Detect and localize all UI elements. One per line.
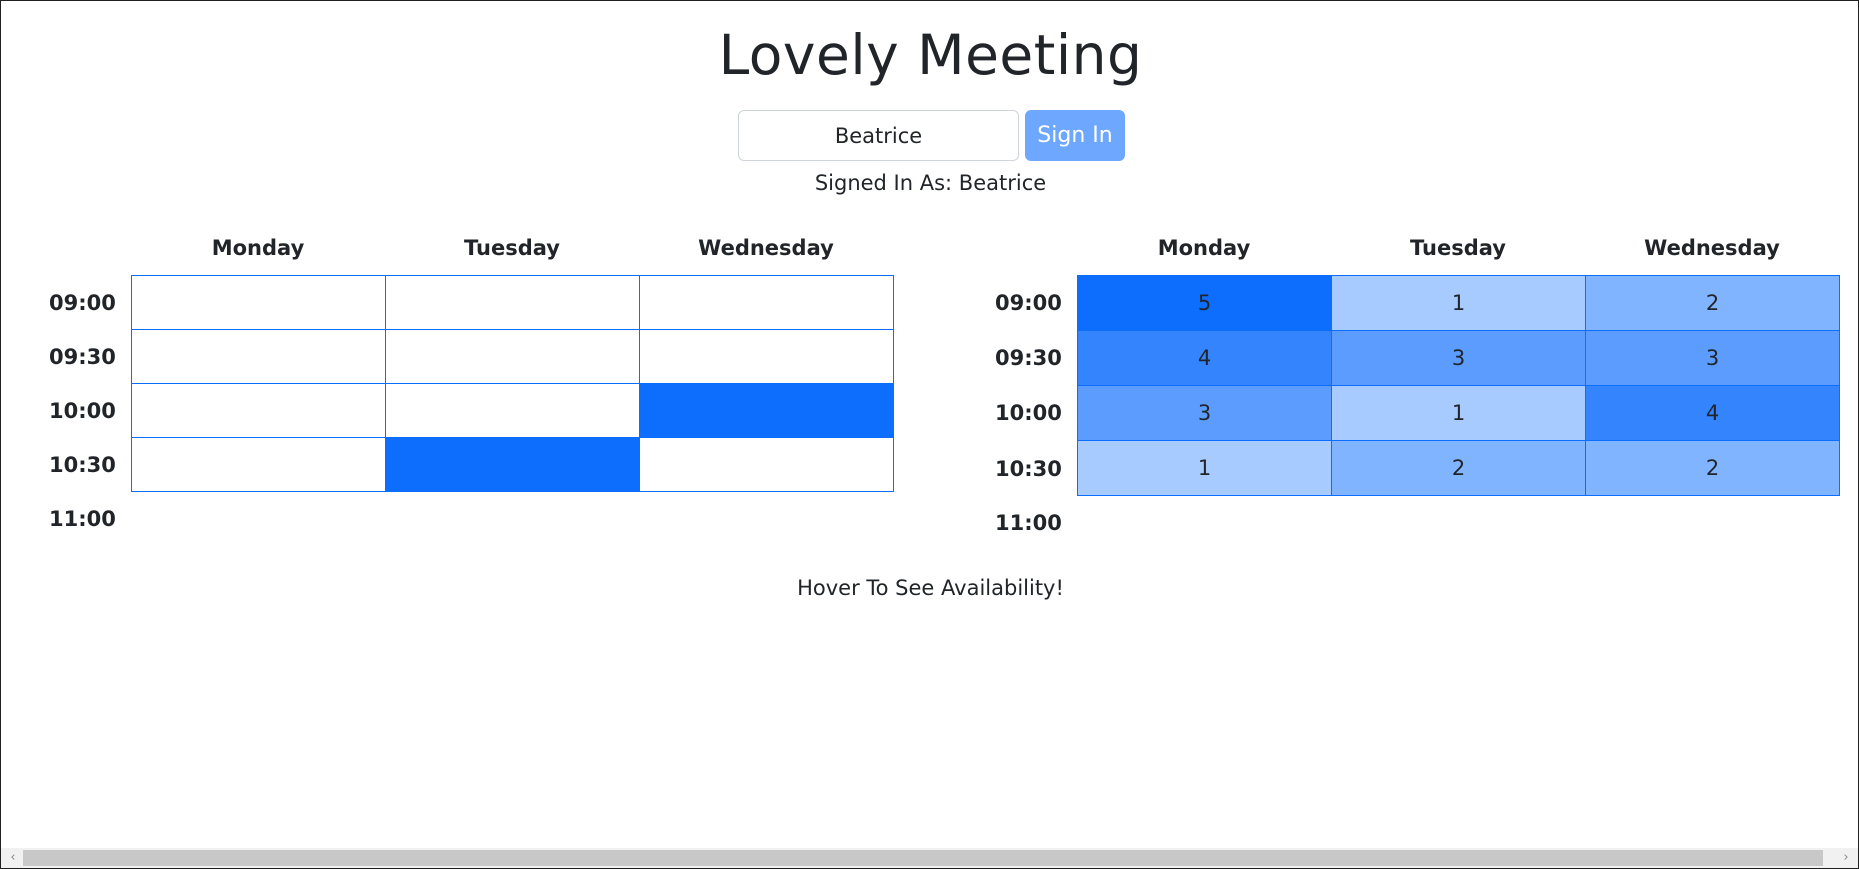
group-slot-wednesday-0930[interactable]: 3 bbox=[1585, 330, 1840, 386]
hover-hint: Hover To See Availability! bbox=[797, 576, 1064, 600]
day-header-monday: Monday bbox=[211, 236, 305, 260]
group-slot-tuesday-1000[interactable]: 1 bbox=[1331, 385, 1586, 441]
my-slot-monday-1000[interactable] bbox=[131, 383, 386, 438]
group-slot-monday-0930[interactable]: 4 bbox=[1077, 330, 1332, 386]
scrollbar-thumb[interactable] bbox=[23, 850, 1823, 866]
group-day-header-monday: Monday bbox=[1157, 236, 1251, 260]
my-slot-tuesday-1030[interactable] bbox=[385, 437, 640, 492]
day-header-wednesday: Wednesday bbox=[698, 236, 834, 260]
group-slot-monday-0900[interactable]: 5 bbox=[1077, 275, 1332, 331]
my-slot-wednesday-1030[interactable] bbox=[639, 437, 894, 492]
chevron-right-icon[interactable]: › bbox=[1836, 848, 1856, 868]
my-slot-tuesday-0930[interactable] bbox=[385, 329, 640, 384]
my-slot-monday-0930[interactable] bbox=[131, 329, 386, 384]
sign-in-button[interactable]: Sign In bbox=[1025, 110, 1125, 161]
group-time-label-1100: 11:00 bbox=[995, 511, 1062, 535]
horizontal-scrollbar[interactable]: ‹ › bbox=[1, 848, 1858, 868]
group-day-header-tuesday: Tuesday bbox=[1410, 236, 1506, 260]
chevron-left-icon[interactable]: ‹ bbox=[3, 848, 23, 868]
page-title: Lovely Meeting bbox=[718, 23, 1143, 87]
day-header-tuesday: Tuesday bbox=[464, 236, 560, 260]
my-slot-tuesday-0900[interactable] bbox=[385, 275, 640, 330]
group-slot-monday-1030[interactable]: 1 bbox=[1077, 440, 1332, 496]
group-slot-wednesday-1030[interactable]: 2 bbox=[1585, 440, 1840, 496]
group-slot-tuesday-0900[interactable]: 1 bbox=[1331, 275, 1586, 331]
my-slot-tuesday-1000[interactable] bbox=[385, 383, 640, 438]
my-slot-wednesday-0900[interactable] bbox=[639, 275, 894, 330]
my-slot-monday-1030[interactable] bbox=[131, 437, 386, 492]
group-slot-monday-1000[interactable]: 3 bbox=[1077, 385, 1332, 441]
group-slot-tuesday-0930[interactable]: 3 bbox=[1331, 330, 1586, 386]
group-slot-tuesday-1030[interactable]: 2 bbox=[1331, 440, 1586, 496]
group-day-header-wednesday: Wednesday bbox=[1644, 236, 1780, 260]
signed-in-status: Signed In As: Beatrice bbox=[814, 171, 1047, 195]
group-slot-wednesday-0900[interactable]: 2 bbox=[1585, 275, 1840, 331]
my-slot-monday-0900[interactable] bbox=[131, 275, 386, 330]
my-slot-wednesday-0930[interactable] bbox=[639, 329, 894, 384]
name-input[interactable] bbox=[738, 110, 1019, 161]
group-slot-wednesday-1000[interactable]: 4 bbox=[1585, 385, 1840, 441]
my-slot-wednesday-1000[interactable] bbox=[639, 383, 894, 438]
time-label-1100: 11:00 bbox=[49, 507, 116, 531]
